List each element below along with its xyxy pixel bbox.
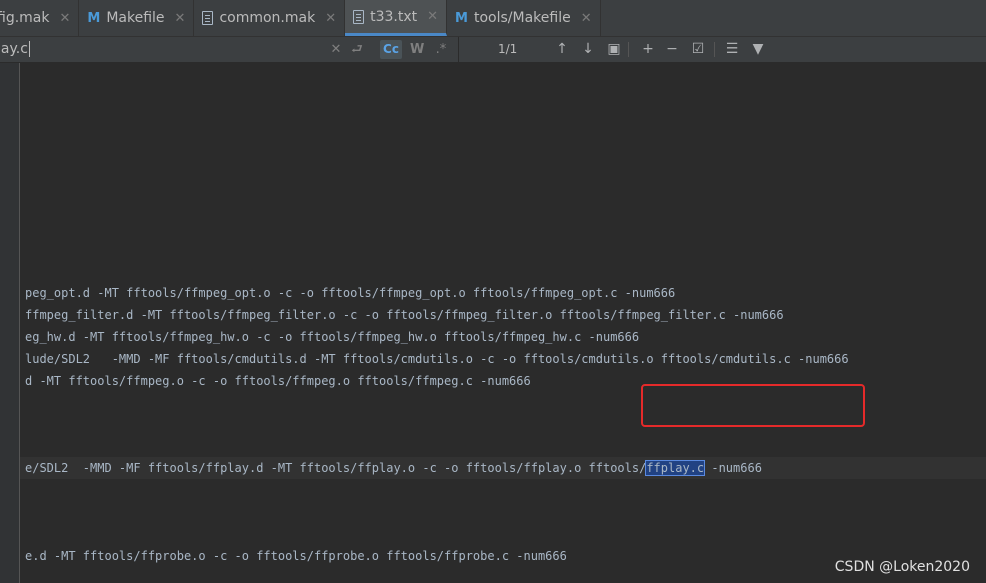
search-query-text: lay.c xyxy=(0,41,28,57)
line-suffix: -num666 xyxy=(704,461,762,475)
close-icon[interactable]: ✕ xyxy=(325,11,336,26)
text-file-icon xyxy=(353,9,365,24)
close-icon[interactable]: ✕ xyxy=(581,11,592,26)
code-line-current: e/SDL2 -MMD -MF fftools/ffplay.d -MT fft… xyxy=(25,457,762,479)
close-icon[interactable]: ✕ xyxy=(175,11,186,26)
tab-fig-mak[interactable]: fig.mak ✕ xyxy=(0,0,80,36)
makefile-icon: M xyxy=(87,10,101,26)
remove-selection-icon[interactable]: − xyxy=(664,37,680,62)
whole-words-toggle[interactable]: W xyxy=(410,37,424,62)
watermark: CSDN @Loken2020 xyxy=(834,559,970,575)
close-icon[interactable]: ✕ xyxy=(427,9,438,24)
code-line: eg_hw.d -MT fftools/ffmpeg_hw.o -c -o ff… xyxy=(25,330,640,344)
clear-search-icon[interactable]: ✕ xyxy=(330,37,342,62)
line-prefix: e/SDL2 -MMD -MF fftools/ffplay.d -MT fft… xyxy=(25,461,647,475)
tab-t33-txt[interactable]: t33.txt ✕ xyxy=(345,0,448,36)
next-occurrence-icon[interactable]: ↓ xyxy=(580,37,596,62)
code-line: lude/SDL2 -MMD -MF fftools/cmdutils.d -M… xyxy=(25,352,849,366)
annotation-highlight-box xyxy=(641,384,865,427)
match-case-toggle[interactable]: Cc xyxy=(380,40,402,59)
text-caret xyxy=(28,41,30,57)
match-count: 1/1 xyxy=(498,42,518,56)
add-selection-icon[interactable]: + xyxy=(640,37,656,62)
code-line: ffmpeg_filter.d -MT fftools/ffmpeg_filte… xyxy=(25,308,784,322)
in-selection-icon[interactable]: ☰ xyxy=(724,37,740,62)
find-bar-divider xyxy=(458,37,459,62)
toolbar-divider xyxy=(628,42,629,57)
previous-occurrence-icon[interactable]: ↑ xyxy=(554,37,570,62)
filter-icon[interactable]: ▼ xyxy=(750,37,766,62)
tab-label: t33.txt xyxy=(370,8,418,25)
text-editor[interactable]: peg_opt.d -MT fftools/ffmpeg_opt.o -c -o… xyxy=(0,63,986,583)
editor-tab-bar: fig.mak ✕ M Makefile ✕ common.mak ✕ t33.… xyxy=(0,0,986,37)
search-match: ffplay.c xyxy=(645,460,706,476)
makefile-icon: M xyxy=(455,10,468,26)
tab-label: fig.mak xyxy=(0,10,50,26)
toolbar-divider xyxy=(714,42,715,57)
select-all-checkbox-icon[interactable]: ☑ xyxy=(690,37,706,62)
code-line: d -MT fftools/ffmpeg.o -c -o fftools/ffm… xyxy=(25,374,531,388)
tab-label: tools/Makefile xyxy=(473,10,571,26)
search-history-icon[interactable]: ⮐ xyxy=(350,37,364,62)
code-line: peg_opt.d -MT fftools/ffmpeg_opt.o -c -o… xyxy=(25,286,676,300)
close-icon[interactable]: ✕ xyxy=(59,11,70,26)
tab-label: Makefile xyxy=(106,10,165,26)
find-bar: lay.c ✕ ⮐ Cc W .* 1/1 ↑ ↓ ▣ + − ☑ ☰ ▼ xyxy=(0,37,986,63)
tab-makefile[interactable]: M Makefile ✕ xyxy=(79,0,195,36)
search-input[interactable]: lay.c xyxy=(0,37,317,62)
editor-gutter xyxy=(0,63,20,583)
tab-label: common.mak xyxy=(219,10,316,26)
tab-tools-makefile[interactable]: M tools/Makefile ✕ xyxy=(447,0,601,36)
tab-common-mak[interactable]: common.mak ✕ xyxy=(194,0,346,36)
select-all-occurrences-icon[interactable]: ▣ xyxy=(606,37,622,62)
code-line: e.d -MT fftools/ffprobe.o -c -o fftools/… xyxy=(25,549,567,563)
text-file-icon xyxy=(202,11,214,25)
regex-toggle[interactable]: .* xyxy=(434,37,448,62)
